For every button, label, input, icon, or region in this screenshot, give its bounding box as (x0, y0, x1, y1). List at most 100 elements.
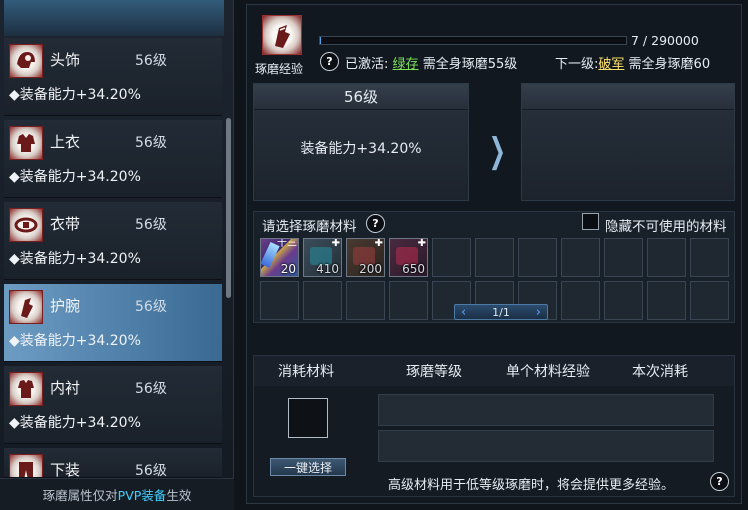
next-prefix: 下一级: (555, 57, 599, 72)
page-indicator: 1/1 (492, 305, 510, 319)
slot-name: 护腕 (50, 297, 81, 315)
consume-row (378, 394, 714, 426)
item-corner-mark: ✚ (374, 238, 383, 249)
slot-stat: ◆装备能力+34.20% (9, 169, 141, 185)
polish-exp-icon (262, 15, 302, 55)
empty-material-slot[interactable] (604, 281, 643, 320)
empty-material-slot[interactable] (561, 281, 600, 320)
current-level-card: 56级 装备能力+34.20% (253, 83, 469, 201)
slot-level: 56级 (135, 217, 167, 233)
next-level-title (522, 84, 734, 110)
activated-prefix: 已激活: (345, 57, 389, 72)
item-count: 200 (359, 262, 382, 276)
empty-material-slot[interactable] (647, 281, 686, 320)
slot-stat: ◆装备能力+34.20% (9, 251, 141, 267)
help-icon[interactable]: ? (710, 472, 729, 491)
consume-header: 消耗材料 琢磨等级 单个材料经验 本次消耗 (254, 356, 734, 386)
material-slot[interactable]: 十三 20 (260, 238, 299, 277)
col-consume-material: 消耗材料 (278, 364, 334, 380)
col-polish-level: 琢磨等级 (406, 364, 462, 380)
material-slot[interactable]: ✚ 410 (303, 238, 342, 277)
exp-progress-text: 7 / 290000 (631, 33, 699, 48)
empty-material-slot[interactable] (604, 238, 643, 277)
list-header-strip (4, 0, 224, 36)
help-icon[interactable]: ? (320, 52, 339, 71)
next-set-link[interactable]: 破军 (598, 57, 624, 72)
item-corner-mark: ✚ (417, 238, 426, 249)
equipment-slot-inner-shirt[interactable]: 内衬 56级 ◆装备能力+34.20% (4, 366, 222, 444)
pvp-note-prefix: 琢磨属性仅对 (42, 488, 118, 503)
empty-material-slot[interactable] (303, 281, 342, 320)
polish-panel: 琢磨经验 7 / 290000 ? 已激活: 绿存 需全身琢磨55级 下一级:破… (246, 4, 742, 504)
col-unit-exp: 单个材料经验 (506, 364, 590, 380)
slot-level: 56级 (135, 299, 167, 315)
empty-material-slot[interactable] (432, 238, 471, 277)
empty-material-slot[interactable] (561, 238, 600, 277)
material-selector: 请选择琢磨材料 ? 隐藏不可使用的材料 十三 20 ✚ 410 ✚ 200 ✚ (253, 211, 735, 323)
exp-progress-bar (319, 36, 627, 45)
hide-unusable-label[interactable]: 隐藏不可使用的材料 (605, 215, 727, 235)
empty-material-slot[interactable] (518, 238, 557, 277)
equipment-list-panel: 头饰 56级 ◆装备能力+34.20% 上衣 56级 ◆装备能力+34.20% … (0, 0, 234, 510)
belt-icon (9, 208, 43, 242)
item-corner-mark: 十三 (277, 238, 297, 249)
next-page-icon[interactable]: › (536, 305, 541, 320)
prev-page-icon[interactable]: ‹ (461, 305, 466, 320)
bracer-icon (9, 290, 43, 324)
equipment-slot-pants[interactable]: 下装 56级 (4, 448, 222, 478)
pvp-note-highlight: PVP装备 (117, 488, 167, 503)
slot-name: 下装 (50, 461, 81, 478)
slot-name: 上衣 (50, 133, 81, 151)
chevron-right-icon: ❯ (488, 131, 506, 171)
equipment-slot-bracer[interactable]: 护腕 56级 ◆装备能力+34.20% (4, 284, 222, 362)
current-level-title: 56级 (254, 84, 468, 110)
list-scrollbar[interactable] (226, 118, 231, 298)
empty-material-slot[interactable] (475, 238, 514, 277)
current-level-stat: 装备能力+34.20% (300, 141, 422, 157)
consume-material-slot[interactable] (288, 398, 328, 438)
slot-stat: ◆装备能力+34.20% (9, 87, 141, 103)
pvp-note: 琢磨属性仅对 PVP装备 生效 (0, 478, 234, 510)
helmet-icon (9, 44, 43, 78)
material-slot[interactable]: ✚ 200 (346, 238, 385, 277)
slot-level: 56级 (135, 381, 167, 397)
empty-material-slot[interactable] (690, 238, 729, 277)
consume-row (378, 430, 714, 462)
next-requirement: 需全身琢磨60 (628, 57, 711, 72)
next-set: 下一级:破军 需全身琢磨60 (555, 53, 710, 72)
slot-name: 衣带 (50, 215, 81, 233)
pvp-note-suffix: 生效 (166, 488, 192, 503)
one-key-select-button[interactable]: 一键选择 (270, 458, 346, 476)
item-corner-mark: ✚ (331, 238, 340, 249)
coat-icon (9, 126, 43, 160)
item-count: 20 (280, 262, 296, 276)
activated-set: 已激活: 绿存 需全身琢磨55级 (345, 53, 517, 72)
help-icon[interactable]: ? (366, 214, 385, 233)
slot-stat: ◆装备能力+34.20% (9, 333, 141, 349)
material-slot[interactable]: ✚ 650 (389, 238, 428, 277)
consume-section: 消耗材料 琢磨等级 单个材料经验 本次消耗 一键选择 高级材料用于低等级琢磨时，… (253, 355, 735, 497)
empty-material-slot[interactable] (690, 281, 729, 320)
next-level-card (521, 83, 735, 201)
item-count: 410 (316, 262, 339, 276)
material-pager: ‹ 1/1 › (454, 304, 548, 320)
slot-name: 头饰 (50, 51, 81, 69)
empty-material-slot[interactable] (260, 281, 299, 320)
material-title: 请选择琢磨材料 (262, 219, 357, 235)
empty-material-slot[interactable] (389, 281, 428, 320)
activated-set-link[interactable]: 绿存 (393, 57, 419, 72)
hide-unusable-checkbox[interactable] (582, 213, 599, 230)
slot-level: 56级 (135, 463, 167, 478)
equipment-slot-head[interactable]: 头饰 56级 ◆装备能力+34.20% (4, 38, 222, 116)
exp-label: 琢磨经验 (255, 62, 304, 76)
activated-requirement: 需全身琢磨55级 (422, 57, 518, 72)
inner-shirt-icon (9, 372, 43, 406)
slot-name: 内衬 (50, 379, 81, 397)
slot-level: 56级 (135, 53, 167, 69)
slot-stat: ◆装备能力+34.20% (9, 415, 141, 431)
equipment-slot-coat[interactable]: 上衣 56级 ◆装备能力+34.20% (4, 120, 222, 198)
empty-material-slot[interactable] (346, 281, 385, 320)
equipment-slot-belt[interactable]: 衣带 56级 ◆装备能力+34.20% (4, 202, 222, 280)
empty-material-slot[interactable] (647, 238, 686, 277)
item-count: 650 (402, 262, 425, 276)
